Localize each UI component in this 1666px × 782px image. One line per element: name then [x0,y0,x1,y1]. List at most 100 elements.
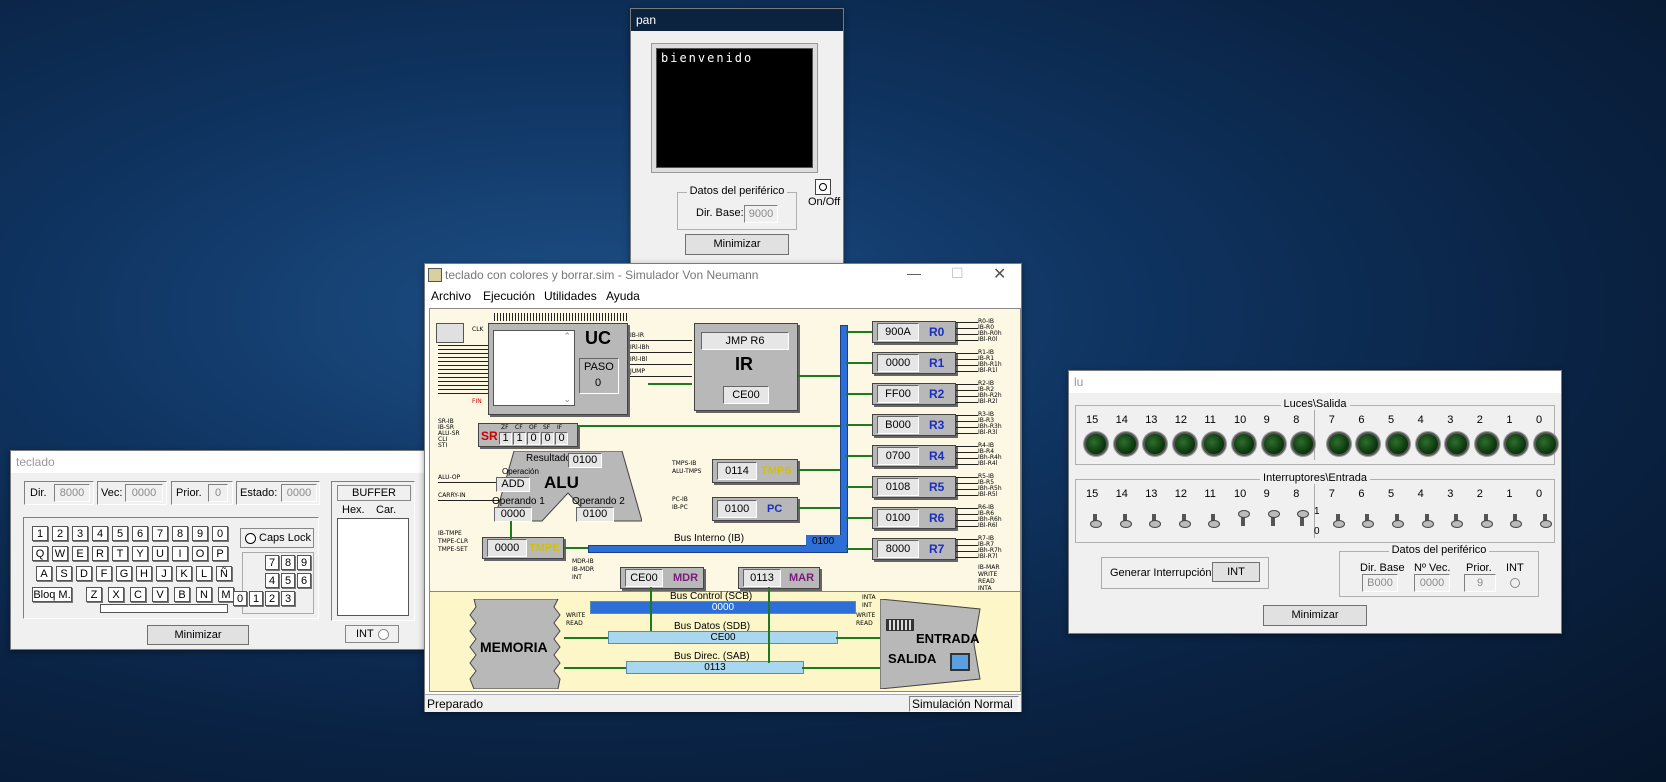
lu-int-button[interactable]: INT [1212,562,1260,582]
menu-ayuda[interactable]: Ayuda [606,289,640,303]
switch-bit-10[interactable] [1238,510,1250,526]
key-h[interactable]: H [136,566,152,581]
key-space[interactable] [100,604,228,613]
key-b[interactable]: B [174,587,190,602]
key-k[interactable]: K [176,566,192,581]
numpad-key-7[interactable]: 7 [265,555,279,570]
key-d[interactable]: D [76,566,92,581]
switch-bit-4[interactable] [1421,512,1434,528]
key-g[interactable]: G [116,566,132,581]
key-y[interactable]: Y [132,546,148,561]
switch-bit-5[interactable] [1392,512,1404,528]
key-2[interactable]: 2 [52,526,68,541]
switch-bit-7[interactable] [1332,512,1345,528]
numpad-key-4[interactable]: 4 [265,573,279,588]
key-ñ[interactable]: Ñ [216,566,232,581]
switch-bit-15[interactable] [1090,512,1102,528]
switch-bit-12[interactable] [1178,512,1191,528]
switch-bit-2[interactable] [1480,512,1493,528]
key-6[interactable]: 6 [132,526,148,541]
lu-titlebar[interactable]: lu [1069,371,1561,393]
lu-minimize-button[interactable]: Minimizar [1263,605,1367,626]
nvec-field[interactable]: 0000 [1414,574,1450,592]
switch-bit-9[interactable] [1267,510,1280,526]
key-n[interactable]: N [196,587,212,602]
numpad-key-1[interactable]: 1 [249,591,263,606]
lu-int-radio-icon[interactable] [1510,578,1520,588]
menu-ejecucion[interactable]: Ejecución [483,289,535,303]
luces-sep [1314,410,1315,460]
key-p[interactable]: P [212,546,228,561]
key-t[interactable]: T [112,546,128,561]
teclado-int-box[interactable]: INT [345,625,399,643]
key-8[interactable]: 8 [172,526,188,541]
numpad-key-6[interactable]: 6 [297,573,311,588]
estado-field[interactable]: 0000 [281,484,317,502]
onoff-toggle[interactable] [815,179,831,195]
vec-field[interactable]: 0000 [125,484,163,502]
maximize-window-icon[interactable]: ☐ [951,265,964,282]
key-w[interactable]: W [52,546,68,561]
buffer-list[interactable] [337,518,409,616]
menu-archivo[interactable]: Archivo [431,289,471,303]
op2-label: Operando 2 [572,496,625,507]
switch-bit-3[interactable] [1451,512,1464,528]
prior-field[interactable]: 0 [208,484,228,502]
key-z[interactable]: Z [86,587,102,602]
key-j[interactable]: J [156,566,172,581]
numpad-key-5[interactable]: 5 [281,573,295,588]
key-0[interactable]: 0 [212,526,228,541]
pan-minimize-button[interactable]: Minimizar [685,234,789,255]
switch-bit-11[interactable] [1208,512,1221,528]
clk-button[interactable] [436,323,464,343]
key-3[interactable]: 3 [72,526,88,541]
key-c[interactable]: C [130,587,146,602]
numpad-key-8[interactable]: 8 [281,555,295,570]
pan-titlebar[interactable]: pan [631,9,843,31]
numpad-key-9[interactable]: 9 [297,555,311,570]
teclado-titlebar[interactable]: teclado [11,451,427,473]
key-a[interactable]: A [36,566,52,581]
teclado-minimize-button[interactable]: Minimizar [147,625,249,645]
switch-bit-1[interactable] [1510,512,1523,528]
minimize-window-icon[interactable]: — [907,265,921,281]
close-window-icon[interactable]: ✕ [993,264,1006,284]
lu-prior-field[interactable]: 9 [1464,574,1496,592]
key-s[interactable]: S [56,566,72,581]
dir-field[interactable]: 8000 [54,484,90,502]
key-e[interactable]: E [72,546,88,561]
switch-bit-0[interactable] [1540,512,1552,528]
switch-bit-8[interactable] [1297,510,1310,526]
numpad-key-3[interactable]: 3 [281,591,295,606]
key-7[interactable]: 7 [152,526,168,541]
key-i[interactable]: I [172,546,188,561]
key-q[interactable]: Q [32,546,48,561]
caps-lock-box[interactable]: Caps Lock [240,528,314,548]
key-bloq-m[interactable]: Bloq M. [32,587,72,602]
key-1[interactable]: 1 [32,526,48,541]
key-u[interactable]: U [152,546,168,561]
key-4[interactable]: 4 [92,526,108,541]
key-x[interactable]: X [108,587,124,602]
switch-bit-13[interactable] [1149,512,1162,528]
key-m[interactable]: M [218,587,234,602]
scroll-down-icon[interactable]: ⌄ [563,394,571,405]
key-9[interactable]: 9 [192,526,208,541]
menu-utilidades[interactable]: Utilidades [544,289,597,303]
simulator-titlebar[interactable]: teclado con colores y borrar.sim - Simul… [425,264,1021,284]
key-f[interactable]: F [96,566,112,581]
pan-dir-base-field[interactable]: 9000 [744,205,778,223]
key-l[interactable]: L [196,566,212,581]
key-r[interactable]: R [92,546,108,561]
key-o[interactable]: O [192,546,208,561]
switch-bit-label: 14 [1115,488,1128,500]
lu-dir-base-field[interactable]: B000 [1362,574,1398,592]
switch-bit-6[interactable] [1362,512,1375,528]
uc-microcode-list[interactable]: ⌃ ⌄ [493,330,575,406]
numpad-key-0[interactable]: 0 [233,591,247,606]
key-v[interactable]: V [152,587,168,602]
numpad-key-2[interactable]: 2 [265,591,279,606]
key-5[interactable]: 5 [112,526,128,541]
switch-bit-14[interactable] [1119,512,1132,528]
scroll-up-icon[interactable]: ⌃ [563,331,571,342]
